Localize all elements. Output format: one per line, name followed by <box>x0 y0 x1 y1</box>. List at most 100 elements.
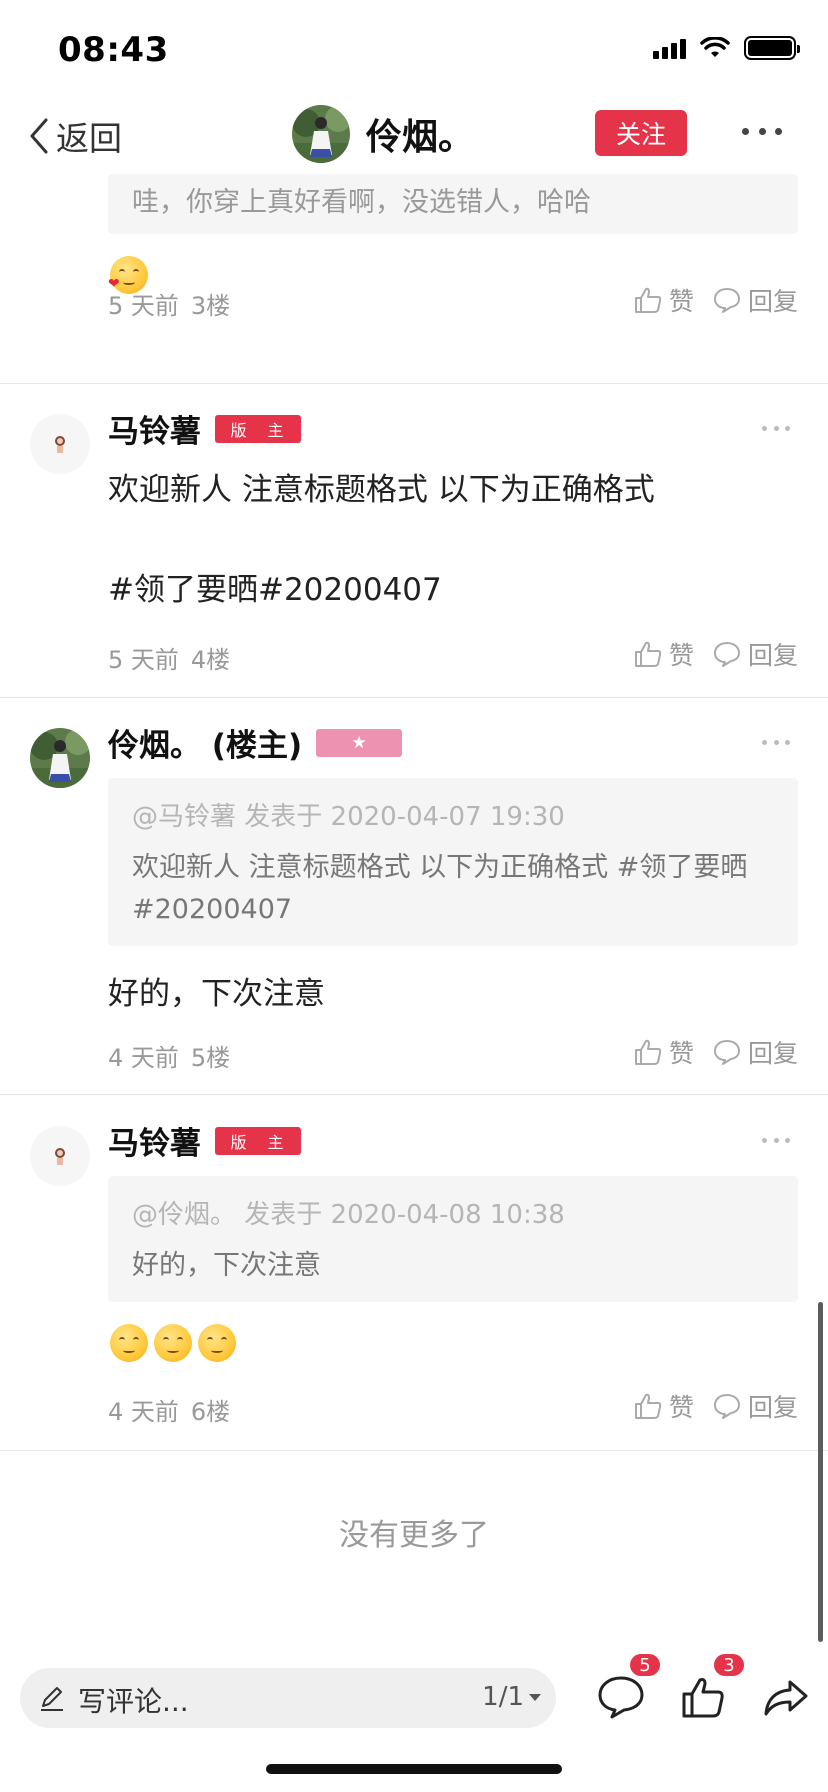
quote-block[interactable]: @马铃薯 发表于 2020-04-07 19:30 欢迎新人 注意标题格式 以下… <box>108 778 798 946</box>
quote-text: 欢迎新人 注意标题格式 以下为正确格式 #领了要晒 #20200407 <box>132 847 774 931</box>
thumbs-up-icon <box>682 1678 724 1718</box>
author-name[interactable]: 马铃薯 <box>108 406 201 451</box>
pen-icon <box>41 1687 63 1711</box>
status-icons <box>653 36 800 60</box>
moderator-badge: 版 主 <box>215 414 301 443</box>
reply-button[interactable]: 回复 <box>712 1388 798 1424</box>
back-label: 返回 <box>56 119 122 158</box>
divider <box>0 1094 828 1095</box>
user-avatar[interactable] <box>30 1126 90 1186</box>
like-post-button[interactable]: 3 <box>680 1652 746 1724</box>
post-meta: 5 天前 3楼 <box>108 286 230 321</box>
quote-text: 好的，下次注意 <box>132 1250 321 1281</box>
quote-header: @伶烟。 发表于 2020-04-08 10:38 <box>132 1200 565 1230</box>
like-button[interactable]: 赞 <box>633 282 694 318</box>
reply-button[interactable]: 回复 <box>712 282 798 318</box>
user-avatar[interactable] <box>30 728 90 788</box>
post-time: 4 天前 <box>108 1398 179 1426</box>
author-name[interactable]: 伶烟。 (楼主) <box>108 720 302 765</box>
like-button[interactable]: 赞 <box>633 636 694 672</box>
post-floor: 3楼 <box>190 292 231 320</box>
reply-label: 回复 <box>747 287 798 316</box>
quote-text: 哇，你穿上真好看啊，没选错人，哈哈 <box>132 187 591 218</box>
post-actions: 赞 回复 <box>633 282 798 318</box>
reply-label: 回复 <box>747 1039 798 1068</box>
chevron-left-icon <box>30 118 48 154</box>
nav-title: 伶烟。 <box>366 117 475 158</box>
reply-label: 回复 <box>747 641 798 670</box>
more-options-icon[interactable] <box>742 116 782 146</box>
wifi-icon <box>700 37 730 57</box>
like-label: 赞 <box>668 287 694 316</box>
reply-button[interactable]: 回复 <box>712 1034 798 1070</box>
caret-down-icon <box>529 1694 541 1701</box>
smirk-emoji-icon <box>198 1324 236 1362</box>
status-time: 08:43 <box>58 30 169 70</box>
battery-icon <box>744 36 800 60</box>
post-text: 好的，下次注意 <box>108 976 325 1012</box>
user-avatar[interactable] <box>30 414 90 474</box>
moderator-badge: 版 主 <box>215 1126 301 1155</box>
author-name[interactable]: 马铃薯 <box>108 1118 201 1163</box>
reply-button[interactable]: 回复 <box>712 636 798 672</box>
thumbs-up-icon <box>634 1393 662 1419</box>
home-indicator[interactable] <box>266 1764 562 1774</box>
comment-bubble-icon <box>713 288 740 313</box>
post-author: 马铃薯 版 主 <box>108 406 301 451</box>
post-time: 5 天前 <box>108 646 179 674</box>
nav-bar: 返回 伶烟。 关注 <box>0 100 828 174</box>
owner-badge: ★ <box>316 728 403 757</box>
post-actions: 赞 回复 <box>633 1034 798 1070</box>
reply-label: 回复 <box>747 1393 798 1422</box>
page-selector[interactable]: 1/1 <box>482 1682 542 1712</box>
status-bar: 08:43 <box>0 0 828 100</box>
post-author: 伶烟。 (楼主) ★ <box>108 720 403 765</box>
quote-block: 哇，你穿上真好看啊，没选错人，哈哈 <box>108 174 798 234</box>
smirk-emoji-icon <box>110 1324 148 1362</box>
post-more-icon[interactable] <box>762 1136 790 1144</box>
post-actions: 赞 回复 <box>633 636 798 672</box>
follow-button[interactable]: 关注 <box>595 110 687 156</box>
back-button[interactable]: 返回 <box>28 108 122 164</box>
like-label: 赞 <box>668 1039 694 1068</box>
scrollbar[interactable] <box>818 1302 823 1642</box>
post-author: 马铃薯 版 主 <box>108 1118 301 1163</box>
post-floor: 4楼 <box>190 646 231 674</box>
quote-line: 欢迎新人 注意标题格式 以下为正确格式 #领了要晒 <box>132 852 748 883</box>
comment-placeholder: 写评论... <box>78 1685 189 1718</box>
comment-bubble-icon <box>713 1394 740 1419</box>
nav-author[interactable]: 伶烟。 <box>292 102 474 166</box>
quote-line: #20200407 <box>132 894 293 925</box>
comment-input[interactable]: 写评论... 1/1 <box>20 1668 556 1728</box>
comment-bubble-icon <box>713 642 740 667</box>
like-label: 赞 <box>668 1393 694 1422</box>
post-meta: 4 天前 6楼 <box>108 1392 230 1427</box>
comment-count-badge: 5 <box>628 1652 662 1678</box>
post-more-icon[interactable] <box>762 424 790 432</box>
like-label: 赞 <box>668 641 694 670</box>
post-text: 欢迎新人 注意标题格式 以下为正确格式 <box>108 472 655 508</box>
thumbs-up-icon <box>634 1039 662 1065</box>
post-floor: 6楼 <box>190 1398 231 1426</box>
divider <box>0 1450 828 1451</box>
post-floor: 5楼 <box>190 1044 231 1072</box>
post-time: 5 天前 <box>108 292 179 320</box>
author-avatar[interactable] <box>292 105 350 163</box>
share-button[interactable] <box>762 1668 818 1724</box>
share-arrow-icon <box>764 1680 808 1716</box>
comments-button[interactable]: 5 <box>596 1652 662 1724</box>
like-button[interactable]: 赞 <box>633 1388 694 1424</box>
thumbs-up-icon <box>634 287 662 313</box>
post-text: #领了要晒#20200407 <box>108 572 442 608</box>
divider <box>0 383 828 384</box>
thumbs-up-icon <box>634 641 662 667</box>
post-meta: 5 天前 4楼 <box>108 640 230 675</box>
emoji-row <box>110 1324 236 1362</box>
page-indicator: 1/1 <box>482 1682 524 1712</box>
post-more-icon[interactable] <box>762 738 790 746</box>
smirk-emoji-icon <box>154 1324 192 1362</box>
comment-bubble-icon <box>598 1676 644 1719</box>
like-button[interactable]: 赞 <box>633 1034 694 1070</box>
quote-header: @马铃薯 发表于 2020-04-07 19:30 <box>132 802 565 832</box>
quote-block[interactable]: @伶烟。 发表于 2020-04-08 10:38 好的，下次注意 <box>108 1176 798 1302</box>
